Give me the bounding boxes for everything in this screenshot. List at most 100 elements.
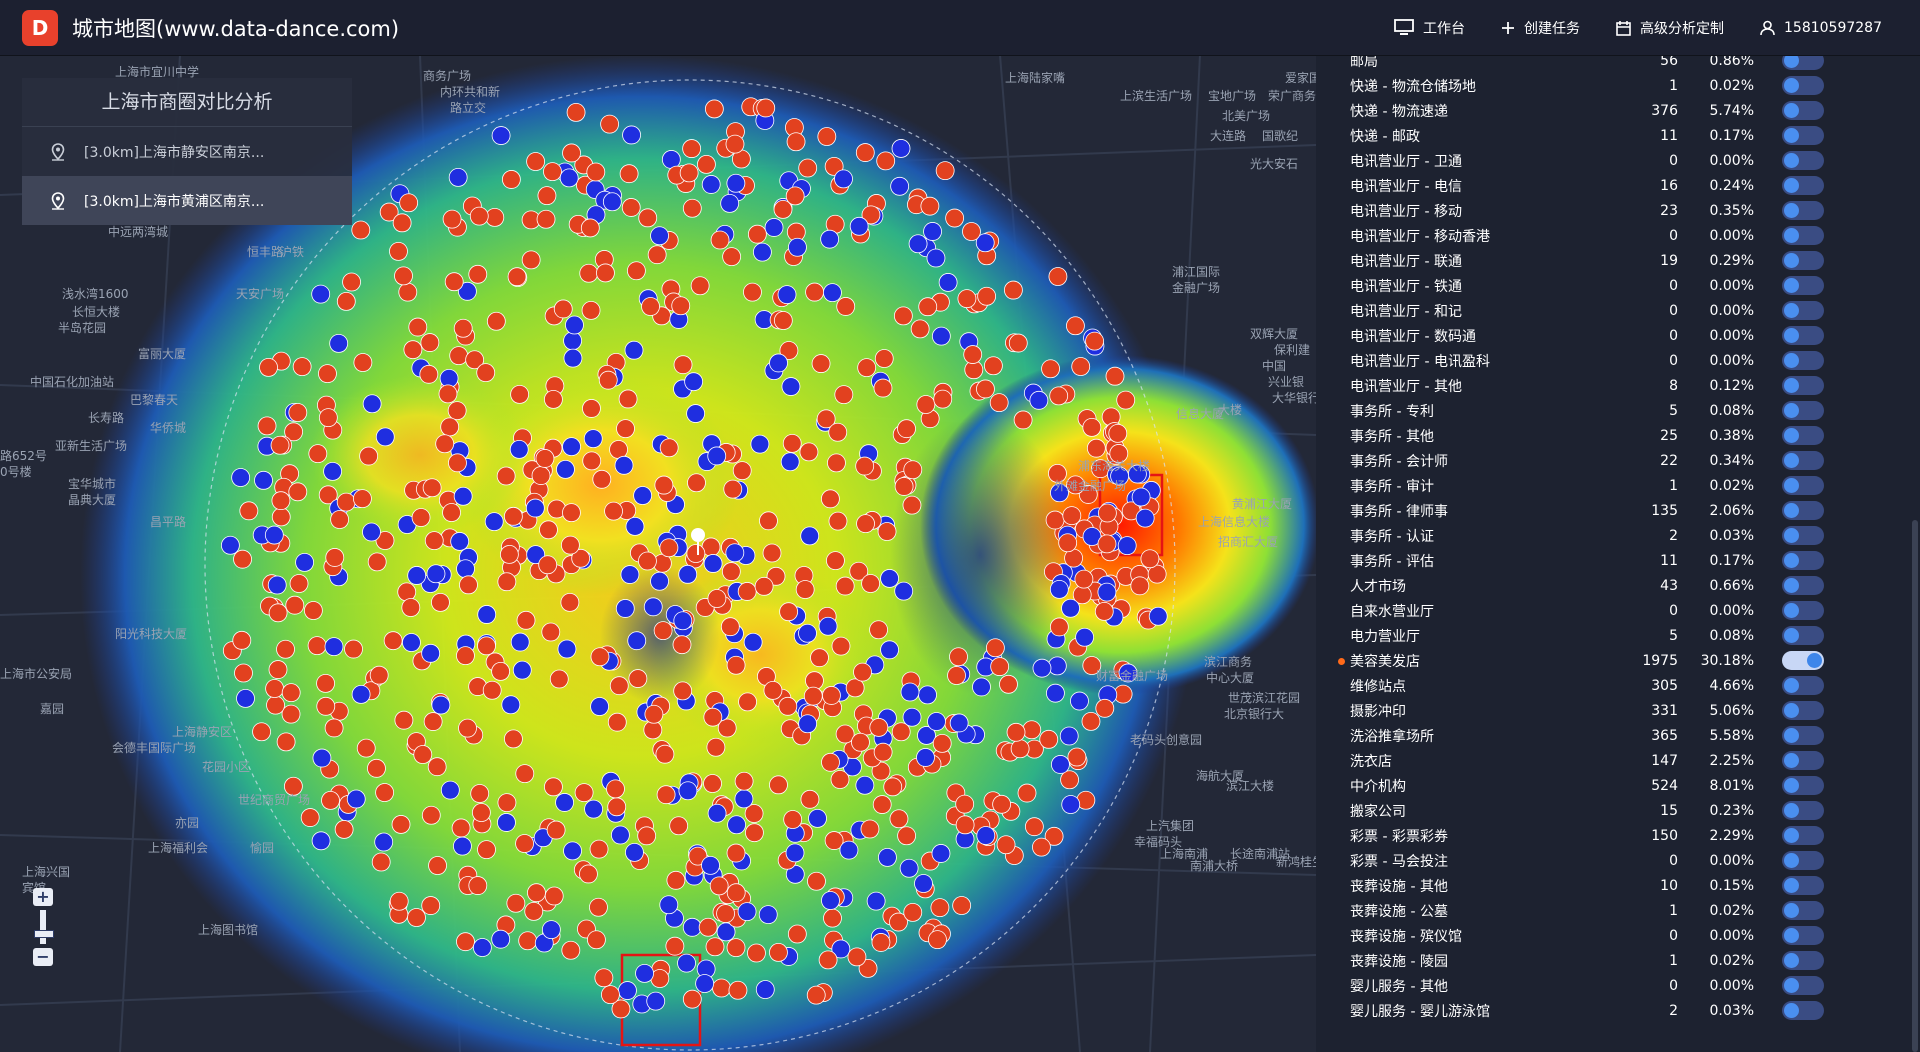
beauty-salon-marker[interactable] <box>628 669 648 688</box>
poi-marker-blue[interactable] <box>374 832 394 852</box>
category-toggle[interactable] <box>1782 451 1824 470</box>
beauty-salon-marker[interactable] <box>1003 280 1023 300</box>
beauty-salon-marker[interactable] <box>769 775 788 795</box>
beauty-salon-marker[interactable] <box>616 419 635 439</box>
poi-marker-blue[interactable] <box>1097 582 1117 602</box>
beauty-salon-marker[interactable] <box>872 795 892 814</box>
beauty-salon-marker[interactable] <box>897 826 917 846</box>
beauty-salon-marker[interactable] <box>607 712 627 732</box>
poi-marker-blue[interactable] <box>559 168 579 188</box>
poi-marker-blue[interactable] <box>972 677 991 697</box>
beauty-salon-marker[interactable] <box>990 657 1010 676</box>
poi-marker-blue[interactable] <box>701 175 721 194</box>
beauty-salon-marker[interactable] <box>549 669 569 689</box>
beauty-salon-marker[interactable] <box>586 162 606 182</box>
beauty-salon-marker[interactable] <box>1013 410 1033 430</box>
beauty-salon-marker[interactable] <box>375 783 395 802</box>
beauty-salon-marker[interactable] <box>847 947 867 967</box>
poi-marker-blue[interactable] <box>562 437 581 457</box>
beauty-salon-marker[interactable] <box>955 815 975 835</box>
poi-marker-blue[interactable] <box>684 372 704 392</box>
beauty-salon-marker[interactable] <box>394 266 413 286</box>
beauty-salon-marker[interactable] <box>531 466 551 485</box>
beauty-salon-marker[interactable] <box>580 218 600 238</box>
poi-marker-blue[interactable] <box>620 565 640 584</box>
beauty-salon-marker[interactable] <box>687 473 706 493</box>
poi-marker-blue[interactable] <box>472 938 492 957</box>
beauty-salon-marker[interactable] <box>869 620 888 640</box>
beauty-salon-marker[interactable] <box>826 551 845 571</box>
beauty-salon-marker[interactable] <box>403 340 423 360</box>
beauty-salon-marker[interactable] <box>1071 357 1091 376</box>
poi-marker-blue[interactable] <box>1046 683 1065 703</box>
beauty-salon-marker[interactable] <box>318 408 338 428</box>
beauty-salon-marker[interactable] <box>712 978 731 998</box>
category-toggle[interactable] <box>1782 651 1824 670</box>
beauty-salon-marker[interactable] <box>482 680 502 700</box>
poi-marker-blue[interactable] <box>584 799 603 819</box>
beauty-salon-marker[interactable] <box>910 319 930 339</box>
beauty-salon-marker[interactable] <box>504 729 523 749</box>
category-toggle[interactable] <box>1782 726 1824 745</box>
poi-marker-blue[interactable] <box>899 858 919 878</box>
beauty-salon-marker[interactable] <box>845 678 865 698</box>
poi-marker-blue[interactable] <box>557 639 577 659</box>
beauty-salon-marker[interactable] <box>747 943 766 963</box>
beauty-salon-marker[interactable] <box>1049 617 1069 637</box>
beauty-salon-marker[interactable] <box>401 598 421 617</box>
poi-marker-blue[interactable] <box>484 512 504 532</box>
beauty-salon-marker[interactable] <box>456 646 475 666</box>
beauty-salon-marker[interactable] <box>1049 386 1069 406</box>
beauty-salon-marker[interactable] <box>666 870 686 890</box>
category-toggle[interactable] <box>1782 351 1824 370</box>
nav-user[interactable]: 15810597287 <box>1760 20 1882 36</box>
beauty-salon-marker[interactable] <box>268 603 288 623</box>
beauty-salon-marker[interactable] <box>1082 417 1102 437</box>
beauty-salon-marker[interactable] <box>726 938 746 958</box>
poi-marker-blue[interactable] <box>646 991 666 1011</box>
beauty-salon-marker[interactable] <box>442 209 462 229</box>
poi-marker-blue[interactable] <box>440 780 460 800</box>
poi-marker-blue[interactable] <box>727 815 746 835</box>
poi-marker-blue[interactable] <box>1029 390 1049 410</box>
poi-marker-blue[interactable] <box>923 222 942 241</box>
poi-marker-blue[interactable] <box>555 793 574 812</box>
poi-marker-blue[interactable] <box>703 554 723 573</box>
poi-marker-blue[interactable] <box>1075 627 1095 647</box>
beauty-salon-marker[interactable] <box>716 904 735 923</box>
poi-marker-blue[interactable] <box>563 348 583 368</box>
beauty-salon-marker[interactable] <box>600 114 620 134</box>
poi-marker-blue[interactable] <box>949 713 969 733</box>
poi-marker-blue[interactable] <box>1135 508 1155 528</box>
beauty-salon-marker[interactable] <box>486 311 506 331</box>
poi-marker-blue[interactable] <box>938 273 958 292</box>
beauty-salon-marker[interactable] <box>537 186 557 206</box>
beauty-salon-marker[interactable] <box>820 489 840 509</box>
beauty-salon-marker[interactable] <box>828 511 848 531</box>
poi-marker-blue[interactable] <box>800 526 820 546</box>
poi-marker-blue[interactable] <box>635 963 654 983</box>
beauty-salon-marker[interactable] <box>818 950 838 970</box>
beauty-salon-marker[interactable] <box>710 230 730 250</box>
poi-marker-blue[interactable] <box>902 707 922 727</box>
beauty-salon-marker[interactable] <box>893 306 913 326</box>
poi-marker-blue[interactable] <box>780 452 800 472</box>
poi-marker-blue[interactable] <box>650 571 669 591</box>
beauty-salon-marker[interactable] <box>359 446 379 466</box>
beauty-salon-marker[interactable] <box>330 510 350 529</box>
poi-marker-blue[interactable] <box>755 980 775 999</box>
beauty-salon-marker[interactable] <box>706 737 726 757</box>
beauty-salon-marker[interactable] <box>392 213 412 233</box>
beauty-salon-marker[interactable] <box>239 501 259 521</box>
beauty-salon-marker[interactable] <box>853 662 872 682</box>
poi-marker-blue[interactable] <box>900 682 920 702</box>
beauty-salon-marker[interactable] <box>703 707 723 727</box>
beauty-salon-marker[interactable] <box>399 193 419 213</box>
zoom-in-button[interactable]: + <box>33 888 53 906</box>
beauty-salon-marker[interactable] <box>397 582 417 602</box>
category-scrollbar[interactable] <box>1912 520 1918 1052</box>
poi-marker-blue[interactable] <box>622 125 641 145</box>
poi-marker-blue[interactable] <box>678 564 698 584</box>
poi-marker-blue[interactable] <box>477 605 497 624</box>
poi-marker-blue[interactable] <box>267 575 287 595</box>
